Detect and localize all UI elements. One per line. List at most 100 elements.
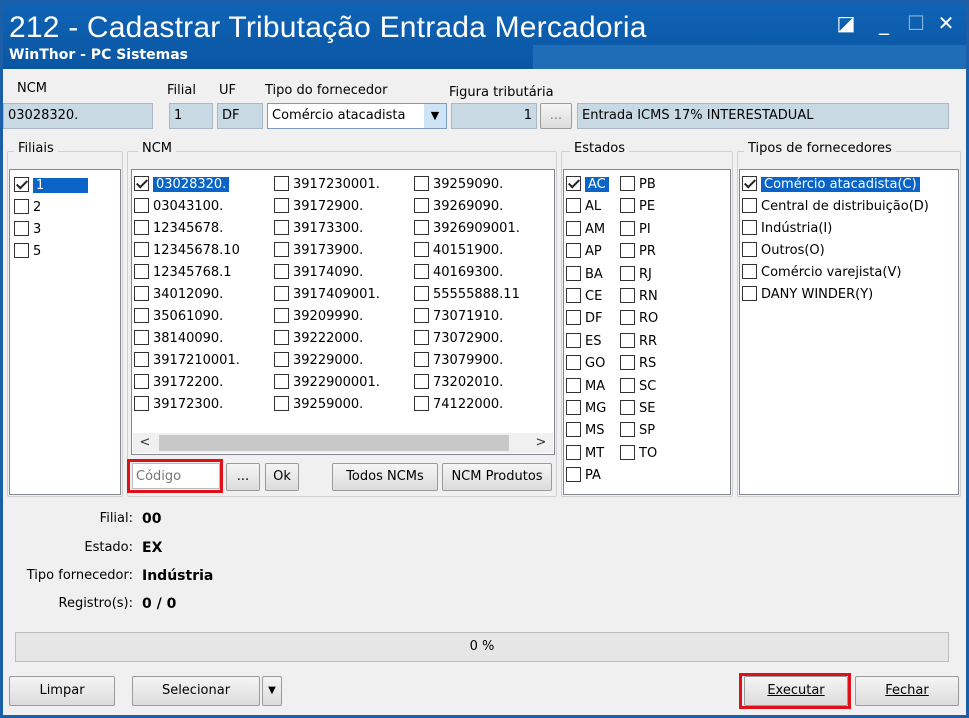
checkbox[interactable] — [414, 308, 429, 323]
ncm-item[interactable]: 74122000. — [414, 394, 520, 416]
checkbox[interactable] — [742, 286, 757, 301]
ncm-item[interactable]: 12345678. — [134, 218, 240, 240]
checkbox[interactable] — [274, 286, 289, 301]
estado-item[interactable]: RJ — [620, 264, 658, 286]
checkbox[interactable] — [620, 287, 635, 303]
checkbox[interactable] — [414, 198, 429, 213]
ncm-item[interactable]: 03028320. — [134, 174, 240, 196]
estado-item[interactable]: MG — [566, 398, 609, 420]
ncm-item[interactable]: 39172300. — [134, 394, 240, 416]
ncm-item[interactable]: 3917409001. — [274, 284, 380, 306]
checkbox[interactable] — [274, 198, 289, 213]
ncm-item[interactable]: 39173900. — [274, 240, 380, 262]
estado-item[interactable]: RO — [620, 308, 658, 330]
estado-item[interactable]: SP — [620, 420, 658, 442]
ncm-item[interactable]: 39174090. — [274, 262, 380, 284]
checkbox[interactable] — [414, 352, 429, 367]
scroll-right-icon[interactable]: > — [531, 433, 551, 453]
limpar-button[interactable]: Limpar — [9, 676, 115, 706]
ncm-item[interactable]: 35061090. — [134, 306, 240, 328]
checkbox[interactable] — [134, 242, 149, 257]
filial-item[interactable]: 5 — [14, 242, 41, 262]
checkbox[interactable] — [742, 176, 757, 191]
tipo-fornecedor-select[interactable]: Comércio atacadista ▼ — [267, 103, 447, 129]
checkbox[interactable] — [414, 220, 429, 235]
checkbox[interactable] — [566, 444, 581, 460]
ncm-horizontal-scrollbar[interactable]: < > — [133, 433, 553, 453]
ncm-item[interactable]: 39209990. — [274, 306, 380, 328]
restore-icon[interactable]: ◪ — [833, 11, 859, 35]
figura-field[interactable]: 1 — [451, 103, 537, 129]
ncm-item[interactable]: 34012090. — [134, 284, 240, 306]
estado-item[interactable]: SC — [620, 376, 658, 398]
checkbox[interactable] — [134, 198, 149, 213]
estado-item[interactable]: PB — [620, 174, 658, 196]
checkbox[interactable] — [274, 374, 289, 389]
ncm-item[interactable]: 39222000. — [274, 328, 380, 350]
checkbox[interactable] — [620, 332, 635, 348]
ncm-item[interactable]: 39229000. — [274, 350, 380, 372]
estado-item[interactable]: AM — [566, 219, 609, 241]
checkbox[interactable] — [274, 220, 289, 235]
title-bar[interactable]: 212 - Cadastrar Tributação Entrada Merca… — [3, 3, 966, 69]
checkbox[interactable] — [566, 467, 581, 483]
ncm-produtos-button[interactable]: NCM Produtos — [442, 463, 552, 491]
checkbox[interactable] — [414, 264, 429, 279]
estado-item[interactable]: AC — [566, 174, 609, 196]
maximize-icon[interactable]: ☐ — [903, 11, 929, 35]
checkbox[interactable] — [14, 199, 29, 214]
checkbox[interactable] — [566, 176, 581, 191]
ncm-item[interactable]: 40169300. — [414, 262, 520, 284]
checkbox[interactable] — [134, 330, 149, 345]
estado-item[interactable]: PA — [566, 465, 609, 487]
close-icon[interactable]: ✕ — [933, 11, 959, 35]
checkbox[interactable] — [620, 444, 635, 460]
scroll-thumb[interactable] — [159, 435, 509, 451]
checkbox[interactable] — [620, 220, 635, 236]
estado-item[interactable]: DF — [566, 308, 609, 330]
filiais-list[interactable]: 1 2 3 5 — [9, 169, 121, 495]
ncm-item[interactable]: 39259090. — [414, 174, 520, 196]
estado-item[interactable]: AL — [566, 196, 609, 218]
uf-field[interactable]: DF — [217, 103, 263, 129]
checkbox[interactable] — [566, 332, 581, 348]
checkbox[interactable] — [620, 243, 635, 259]
checkbox[interactable] — [620, 355, 635, 371]
checkbox[interactable] — [134, 176, 149, 191]
checkbox[interactable] — [620, 422, 635, 438]
checkbox[interactable] — [414, 242, 429, 257]
checkbox[interactable] — [566, 220, 581, 236]
checkbox[interactable] — [566, 265, 581, 281]
estado-item[interactable]: PR — [620, 241, 658, 263]
checkbox[interactable] — [134, 264, 149, 279]
checkbox[interactable] — [566, 287, 581, 303]
estado-item[interactable]: PI — [620, 219, 658, 241]
checkbox[interactable] — [274, 264, 289, 279]
ncm-item[interactable]: 3917230001. — [274, 174, 380, 196]
ncm-item[interactable]: 39269090. — [414, 196, 520, 218]
ncm-item[interactable]: 39172200. — [134, 372, 240, 394]
checkbox[interactable] — [566, 399, 581, 415]
checkbox[interactable] — [566, 355, 581, 371]
figura-search-button[interactable]: ... — [540, 103, 572, 129]
checkbox[interactable] — [414, 396, 429, 411]
ncm-item[interactable]: 03043100. — [134, 196, 240, 218]
checkbox[interactable] — [274, 308, 289, 323]
ncm-item[interactable]: 38140090. — [134, 328, 240, 350]
ok-button[interactable]: Ok — [265, 463, 299, 491]
tipos-list[interactable]: Comércio atacadista(C) Central de distrib… — [739, 169, 959, 495]
ncm-item[interactable]: 73071910. — [414, 306, 520, 328]
selecionar-dropdown-icon[interactable]: ▼ — [262, 676, 282, 706]
tipo-fornecedor-item[interactable]: Indústria(I) — [742, 218, 929, 240]
estado-item[interactable]: PE — [620, 196, 658, 218]
ncm-item[interactable]: 73072900. — [414, 328, 520, 350]
checkbox[interactable] — [274, 396, 289, 411]
scroll-left-icon[interactable]: < — [135, 433, 155, 453]
checkbox[interactable] — [742, 264, 757, 279]
checkbox[interactable] — [414, 286, 429, 301]
checkbox[interactable] — [134, 396, 149, 411]
todos-ncms-button[interactable]: Todos NCMs — [332, 463, 438, 491]
ncm-item[interactable]: 3926909001. — [414, 218, 520, 240]
ncm-item[interactable]: 40151900. — [414, 240, 520, 262]
tipo-fornecedor-item[interactable]: Central de distribuição(D) — [742, 196, 929, 218]
